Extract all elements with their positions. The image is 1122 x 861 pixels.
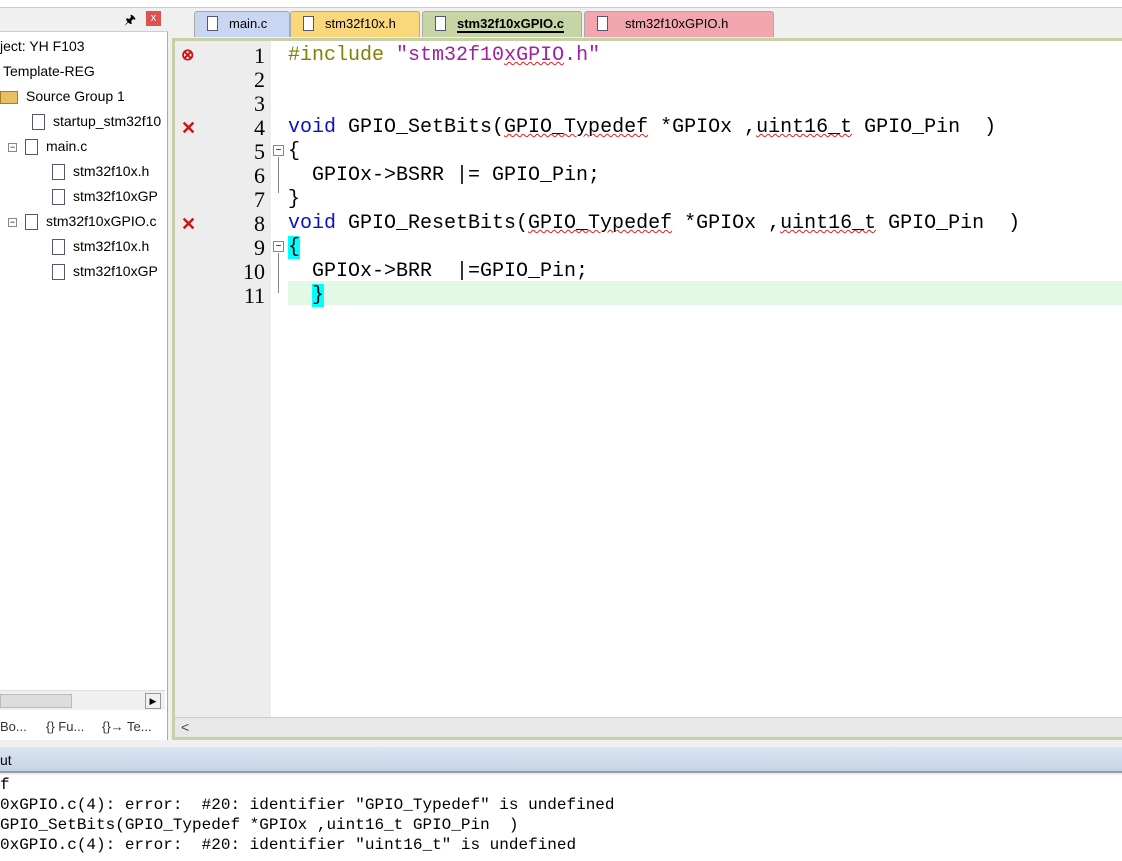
line-number: 10 [243, 259, 265, 284]
error-x-icon: ✕ [181, 214, 197, 234]
tab-label: main.c [229, 16, 268, 31]
code-line-10: GPIOx->BRR |=GPIO_Pin; [288, 260, 589, 283]
tree-label: main.c [46, 138, 88, 154]
output-line: 0xGPIO.c(4): error: #20: identifier "GPI… [0, 796, 615, 814]
panel-tabs: Bo... {} Fu... {}→ Te... [0, 714, 165, 740]
line-number: 11 [243, 283, 265, 308]
fold-toggle[interactable]: − [273, 145, 284, 156]
line-number: 5 [254, 139, 265, 164]
line-number: 7 [254, 187, 265, 212]
tree-file[interactable]: − stm32f10xGPIO.c [8, 213, 157, 231]
tree-label: stm32f10xGP [73, 188, 158, 204]
tree-folder-source-group[interactable]: Source Group 1 [0, 88, 125, 104]
close-icon[interactable]: x [146, 11, 161, 26]
collapse-icon[interactable]: − [8, 217, 17, 227]
tree-label: startup_stm32f10 [53, 113, 162, 129]
file-icon [52, 189, 65, 206]
horizontal-scrollbar[interactable]: ▶ [0, 690, 165, 710]
tree-label: stm32f10x.h [73, 238, 150, 254]
tree-label: stm32f10x.h [73, 163, 150, 179]
collapse-icon[interactable]: − [8, 142, 17, 152]
code-line-11: } [312, 284, 325, 307]
fold-toggle[interactable]: − [273, 241, 284, 252]
toolbar-strip [0, 0, 1122, 8]
output-line: GPIO_SetBits(GPIO_Typedef *GPIOx ,uint16… [0, 816, 519, 834]
line-number: 8 [254, 211, 265, 236]
current-line-highlight [288, 281, 1122, 305]
editor-horizontal-scrollbar[interactable]: < [175, 717, 1122, 737]
tree-label: Template-REG [3, 63, 95, 79]
file-icon [52, 164, 65, 181]
tab-stm32f10xgpio-h[interactable]: stm32f10xGPIO.h [584, 11, 774, 37]
tree-label: stm32f10xGP [73, 263, 158, 279]
tab-label: stm32f10x.h [325, 16, 396, 31]
output-line: f [0, 776, 10, 794]
panel-title: ut [0, 752, 12, 768]
output-line: 0xGPIO.c(4): error: #20: identifier "uin… [0, 836, 577, 854]
project-panel: 🖈 x ject: YH F103 Template-REG Source Gr… [0, 8, 168, 740]
fold-margin [271, 41, 287, 717]
tree-file[interactable]: stm32f10x.h [52, 238, 150, 256]
code-editor[interactable]: ⊗ ✕ ✕ 1 2 3 4 5 6 7 8 9 10 11 − − #include "stm32f… [172, 38, 1122, 740]
file-icon [32, 114, 45, 131]
tree-root[interactable]: ject: YH F103 [0, 38, 85, 54]
tab-label: stm32f10xGPIO.h [625, 16, 729, 31]
code-line-5: { [288, 140, 301, 163]
code-line-6: GPIOx->BSRR |= GPIO_Pin; [288, 164, 601, 187]
line-number: 4 [254, 115, 265, 140]
pin-icon[interactable]: 🖈 [124, 11, 136, 33]
tab-main-c[interactable]: main.c [194, 11, 290, 37]
build-output-header: ut [0, 747, 1122, 773]
tab-books[interactable]: Bo... [0, 719, 27, 734]
tree-file[interactable]: startup_stm32f10 [32, 113, 162, 131]
file-icon [25, 214, 38, 231]
tree-label: ject: YH F103 [0, 38, 85, 54]
tree-label: stm32f10xGPIO.c [46, 213, 157, 229]
line-number: 2 [254, 67, 265, 92]
line-number: 6 [254, 163, 265, 188]
file-icon [303, 16, 314, 31]
editor-tab-bar: main.c stm32f10x.h stm32f10xGPIO.c stm32… [172, 8, 1122, 38]
file-icon [52, 264, 65, 281]
line-number: 1 [254, 43, 265, 68]
code-line-1: #include "stm32f10xGPIO.h" [288, 44, 601, 67]
error-x-icon: ✕ [181, 118, 197, 138]
scroll-left-arrow-icon[interactable]: < [181, 719, 189, 735]
code-line-4: void GPIO_SetBits(GPIO_Typedef *GPIOx ,u… [288, 116, 997, 139]
tree-file[interactable]: stm32f10x.h [52, 163, 150, 181]
tab-stm32f10xgpio-c[interactable]: stm32f10xGPIO.c [422, 11, 582, 37]
code-line-9: { [288, 236, 301, 259]
folder-icon [0, 90, 18, 104]
tab-label: stm32f10xGPIO.c [457, 16, 564, 33]
tree-label: Source Group 1 [26, 88, 125, 104]
code-line-8: void GPIO_ResetBits(GPIO_Typedef *GPIOx … [288, 212, 1021, 235]
error-circle-icon: ⊗ [181, 47, 195, 64]
tree-file[interactable]: stm32f10xGP [52, 188, 158, 206]
tree-file[interactable]: stm32f10xGP [52, 263, 158, 281]
file-icon [25, 139, 38, 156]
tree-file[interactable]: − main.c [8, 138, 88, 156]
line-number: 3 [254, 91, 265, 116]
scroll-right-arrow-icon[interactable]: ▶ [145, 693, 161, 709]
tab-stm32f10x-h[interactable]: stm32f10x.h [290, 11, 420, 37]
file-icon [207, 16, 218, 31]
file-icon [435, 16, 446, 31]
tree-target[interactable]: Template-REG [3, 63, 95, 79]
tab-functions[interactable]: {} Fu... [46, 719, 84, 734]
build-output[interactable]: f 0xGPIO.c(4): error: #20: identifier "GP… [0, 775, 1122, 861]
project-panel-header: 🖈 x [0, 8, 168, 32]
code-line-7: } [288, 188, 301, 211]
file-icon [52, 239, 65, 256]
tab-templates[interactable]: {}→ Te... [102, 719, 152, 734]
line-number: 9 [254, 235, 265, 260]
file-icon [597, 16, 608, 31]
scrollbar-thumb[interactable] [0, 694, 72, 708]
